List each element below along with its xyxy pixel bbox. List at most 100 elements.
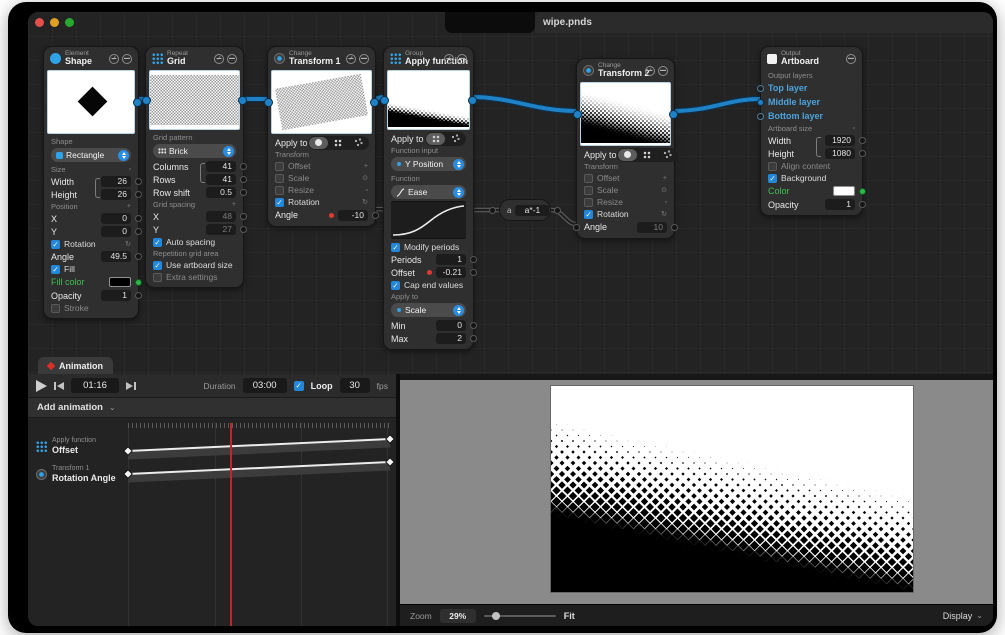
apply-grid-icon[interactable] xyxy=(638,149,657,161)
node-applyfn-header[interactable]: GroupApply function ✓⋯ xyxy=(384,47,473,69)
function-input-dropdown[interactable]: Y Position xyxy=(391,157,466,171)
opacity-field[interactable]: 1 xyxy=(101,290,131,301)
height-port[interactable] xyxy=(859,150,866,157)
rows-port[interactable] xyxy=(240,176,247,183)
min-port[interactable] xyxy=(470,322,477,329)
skip-start-button[interactable] xyxy=(54,382,64,390)
node-transform-1[interactable]: ChangeTransform 1 ✓⋯ Apply to Transform … xyxy=(267,46,376,227)
apply-to-segmented[interactable] xyxy=(425,132,466,146)
resize-checkbox[interactable] xyxy=(584,198,593,207)
stepper-icon[interactable] xyxy=(118,150,129,161)
more-icon[interactable]: ⋯ xyxy=(457,54,467,64)
play-button[interactable] xyxy=(36,380,47,392)
animation-tab[interactable]: Animation xyxy=(38,357,113,374)
traffic-minimize-button[interactable] xyxy=(50,18,59,27)
apply-element-icon[interactable] xyxy=(618,149,637,161)
node-transform-2[interactable]: ChangeTransform 2 ✓⋯ Apply to Transform … xyxy=(576,58,675,239)
spacing-x-field[interactable]: 48 xyxy=(206,211,236,222)
transform1-output-port[interactable] xyxy=(370,98,379,107)
apply-to-segmented[interactable] xyxy=(617,148,678,162)
more-icon[interactable]: ⋯ xyxy=(658,66,668,76)
width-port[interactable] xyxy=(135,178,142,185)
grid-input-port[interactable] xyxy=(142,96,151,105)
fps-field[interactable]: 30 xyxy=(340,378,370,393)
current-time-field[interactable]: 01:16 xyxy=(71,378,119,393)
more-icon[interactable]: ⋯ xyxy=(227,54,237,64)
background-color-swatch[interactable] xyxy=(833,186,855,196)
align-content-checkbox[interactable] xyxy=(768,162,777,171)
middle-layer-port[interactable] xyxy=(757,99,764,106)
width-port[interactable] xyxy=(859,137,866,144)
apply-grid-icon[interactable] xyxy=(329,137,348,149)
transform1-input-port[interactable] xyxy=(264,98,273,107)
spacing-y-port[interactable] xyxy=(240,226,247,233)
stepper-icon[interactable] xyxy=(453,159,464,170)
bottom-layer-port[interactable] xyxy=(757,113,764,120)
keyframe-dot[interactable] xyxy=(329,213,334,218)
apply-scatter-icon[interactable] xyxy=(349,137,368,149)
applyfn-input-port[interactable] xyxy=(380,96,389,105)
top-layer-port[interactable] xyxy=(757,85,764,92)
y-port[interactable] xyxy=(135,228,142,235)
y-field[interactable]: 0 xyxy=(101,226,131,237)
node-artboard[interactable]: OutputArtboard ⋯ Output layers Top layer… xyxy=(760,46,863,216)
artboard-opacity-field[interactable]: 1 xyxy=(825,199,855,210)
zoom-value-field[interactable]: 29% xyxy=(440,609,476,623)
auto-spacing-checkbox[interactable]: ✓ xyxy=(153,238,162,247)
periods-port[interactable] xyxy=(470,256,477,263)
periods-field[interactable]: 1 xyxy=(436,254,466,265)
max-field[interactable]: 2 xyxy=(436,333,466,344)
preview-viewport[interactable] xyxy=(400,380,993,604)
resize-checkbox[interactable] xyxy=(275,186,284,195)
enable-icon[interactable]: ✓ xyxy=(444,54,454,64)
modify-periods-checkbox[interactable]: ✓ xyxy=(391,243,400,252)
timeline-tracks[interactable]: Apply functionOffset Transform 1Rotation… xyxy=(28,419,396,626)
offset-checkbox[interactable] xyxy=(584,174,593,183)
artboard-height-field[interactable]: 1080 xyxy=(825,148,855,159)
zoom-slider-knob[interactable] xyxy=(492,612,500,620)
node-shape-header[interactable]: ElementShape ✓⋯ xyxy=(44,47,138,69)
x-port[interactable] xyxy=(135,215,142,222)
cap-end-values-checkbox[interactable]: ✓ xyxy=(391,281,400,290)
node-transform2-header[interactable]: ChangeTransform 2 ✓⋯ xyxy=(577,59,674,81)
offset-checkbox[interactable] xyxy=(275,162,284,171)
offset-port[interactable] xyxy=(470,269,477,276)
stepper-icon[interactable] xyxy=(453,187,464,198)
angle-port[interactable] xyxy=(135,253,142,260)
function-dropdown[interactable]: Ease xyxy=(391,185,466,199)
expression-input-port[interactable] xyxy=(489,207,496,214)
spacing-y-field[interactable]: 27 xyxy=(206,224,236,235)
more-icon[interactable]: ⋯ xyxy=(846,54,856,64)
display-menu[interactable]: Display⌄ xyxy=(943,611,983,621)
node-expression[interactable]: a a*-1 xyxy=(499,199,551,221)
columns-field[interactable]: 41 xyxy=(206,161,236,172)
traffic-close-button[interactable] xyxy=(35,18,44,27)
enable-icon[interactable]: ✓ xyxy=(645,66,655,76)
stepper-icon[interactable] xyxy=(223,146,234,157)
traffic-zoom-button[interactable] xyxy=(65,18,74,27)
skip-end-button[interactable] xyxy=(126,382,136,390)
extra-settings-checkbox[interactable] xyxy=(153,273,162,282)
expression-field[interactable]: a*-1 xyxy=(515,205,549,216)
zoom-slider[interactable] xyxy=(484,611,556,621)
spacing-x-port[interactable] xyxy=(240,213,247,220)
applyfn-output-port[interactable] xyxy=(468,96,477,105)
fit-button[interactable]: Fit xyxy=(564,611,575,621)
angle-field[interactable]: 49.5 xyxy=(101,251,131,262)
apply-scatter-icon[interactable] xyxy=(658,149,677,161)
apply-scatter-icon[interactable] xyxy=(446,133,465,145)
angle-field[interactable]: -10 xyxy=(338,210,368,221)
rotation-checkbox[interactable]: ✓ xyxy=(584,210,593,219)
color-port[interactable] xyxy=(859,188,866,195)
apply-to-segmented[interactable] xyxy=(308,136,369,150)
rotation-checkbox[interactable]: ✓ xyxy=(51,240,60,249)
apply-to-dropdown[interactable]: Scale xyxy=(391,303,466,317)
transform2-output-port[interactable] xyxy=(669,110,678,119)
stroke-checkbox[interactable] xyxy=(51,304,60,313)
function-curve-plot[interactable] xyxy=(391,201,466,239)
height-port[interactable] xyxy=(135,191,142,198)
node-shape[interactable]: ElementShape ✓⋯ Shape Rectangle Size▫ Wi… xyxy=(43,46,139,319)
angle-input-port[interactable] xyxy=(573,224,580,231)
x-field[interactable]: 0 xyxy=(101,213,131,224)
height-field[interactable]: 26 xyxy=(101,189,131,200)
